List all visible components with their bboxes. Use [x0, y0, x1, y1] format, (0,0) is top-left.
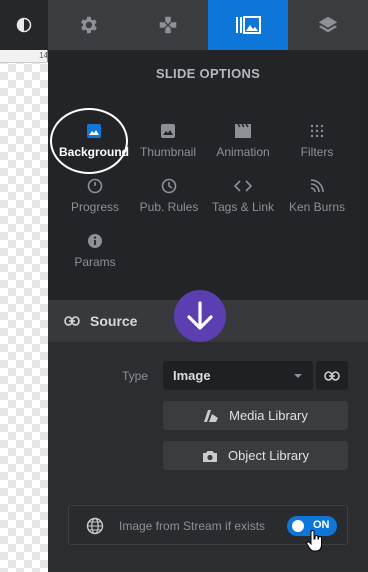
arrow-down-icon — [187, 301, 213, 330]
option-label: Filters — [300, 145, 334, 159]
gear-icon — [81, 16, 97, 34]
clock-icon — [161, 178, 177, 194]
option-label: Tags & Link — [211, 200, 275, 214]
link-icon — [324, 370, 340, 381]
camera-icon — [203, 450, 218, 462]
stream-label: Image from Stream if exists — [119, 519, 266, 533]
option-progress[interactable]: Progress — [55, 175, 135, 214]
tab-layers[interactable] — [288, 0, 368, 50]
kenburns-icon — [310, 179, 324, 193]
slide-options-icon — [236, 16, 261, 34]
option-label: Ken Burns — [288, 200, 346, 214]
option-params[interactable]: Params — [55, 230, 135, 269]
contrast-icon — [16, 17, 32, 33]
arrow-down-badge — [174, 290, 226, 342]
option-pub-rules[interactable]: Pub. Rules — [129, 175, 209, 214]
top-tab-bar — [48, 0, 368, 50]
gamepad-icon — [159, 16, 177, 34]
type-label: Type — [122, 369, 149, 383]
toggle-knob — [292, 520, 304, 532]
option-label: Pub. Rules — [139, 200, 199, 214]
thumbnail-icon — [161, 124, 175, 138]
filters-icon — [310, 124, 324, 138]
option-label: Params — [74, 255, 116, 269]
settings-panel: SLIDE OPTIONS Background Thumbnail Anima… — [48, 0, 368, 572]
clock-icon — [87, 178, 103, 194]
media-library-icon — [204, 409, 219, 422]
chevron-down-icon — [294, 373, 302, 378]
tab-general-settings[interactable] — [48, 0, 128, 50]
layers-icon — [318, 16, 338, 33]
type-select[interactable]: Image — [163, 361, 313, 390]
option-animation[interactable]: Animation — [203, 120, 283, 159]
slide-options-title: SLIDE OPTIONS — [155, 66, 261, 81]
ruler: 14 — [0, 50, 48, 63]
link-icon — [64, 316, 80, 326]
hand-cursor-icon — [306, 530, 322, 552]
option-thumbnail[interactable]: Thumbnail — [128, 120, 208, 159]
object-library-label: Object Library — [228, 448, 309, 463]
info-icon — [88, 234, 102, 248]
source-title: Source — [90, 313, 138, 329]
option-filters[interactable]: Filters — [277, 120, 357, 159]
contrast-toggle-button[interactable] — [0, 0, 48, 50]
media-library-label: Media Library — [229, 408, 308, 423]
canvas-area — [0, 0, 48, 572]
film-icon — [235, 123, 251, 138]
annotation-circle — [50, 108, 128, 174]
option-tags-link[interactable]: Tags & Link — [203, 175, 283, 214]
option-label: Progress — [70, 200, 120, 214]
object-library-button[interactable]: Object Library — [163, 441, 348, 470]
code-icon — [234, 180, 252, 192]
media-library-button[interactable]: Media Library — [163, 401, 348, 430]
option-ken-burns[interactable]: Ken Burns — [277, 175, 357, 214]
link-button[interactable] — [316, 361, 348, 390]
globe-icon — [86, 517, 104, 535]
tab-slide-options[interactable] — [208, 0, 288, 50]
tab-navigation[interactable] — [128, 0, 208, 50]
type-select-value: Image — [173, 368, 211, 383]
option-label: Thumbnail — [139, 145, 197, 159]
option-label: Animation — [216, 145, 270, 159]
